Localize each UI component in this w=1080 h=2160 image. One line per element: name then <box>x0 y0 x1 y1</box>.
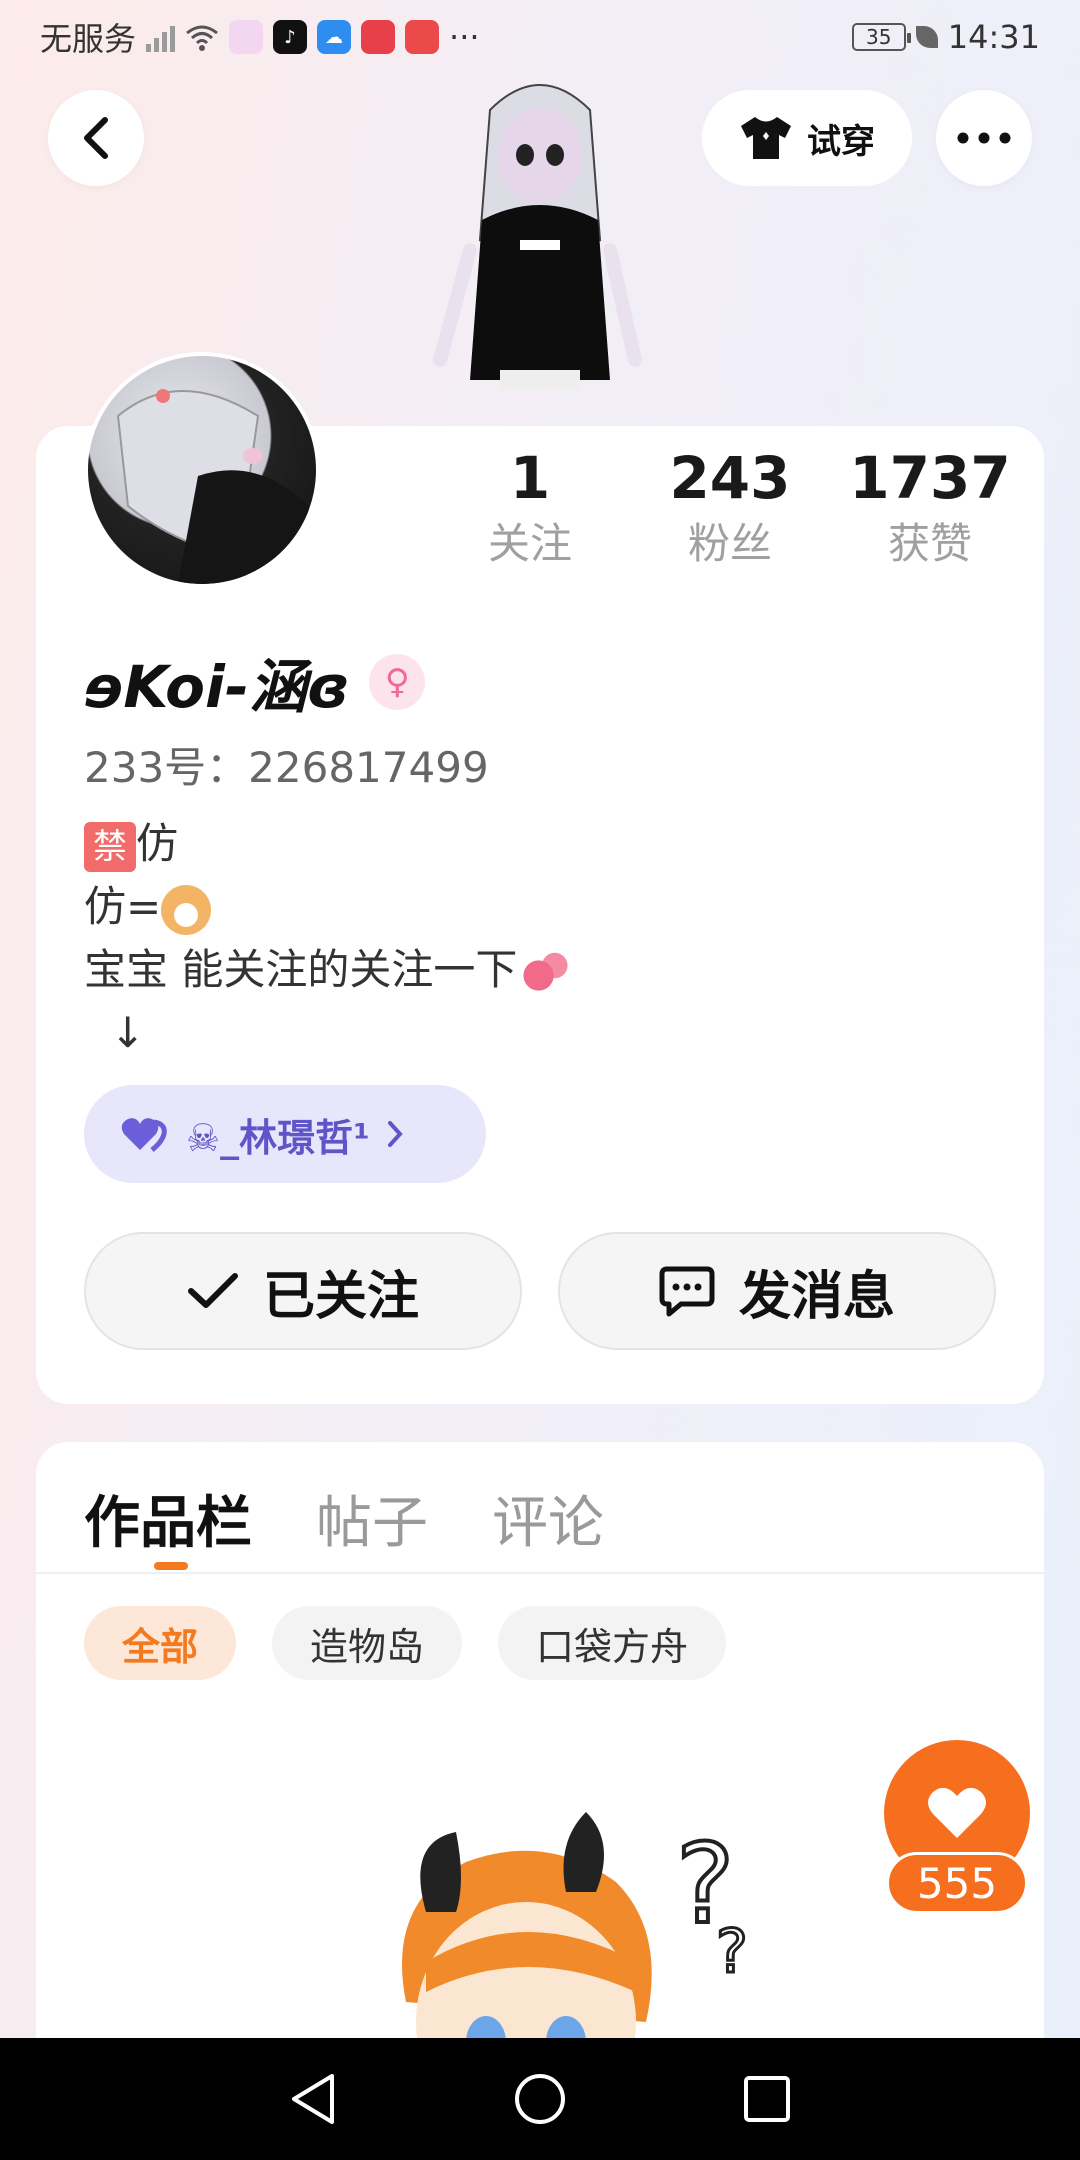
tab-comments[interactable]: 评论 <box>492 1478 604 1559</box>
female-gender-icon: ♀ <box>369 654 426 710</box>
more-notifications: ··· <box>449 18 480 56</box>
likes-count: 1737 <box>849 444 1011 512</box>
couple-heart-icon <box>121 1118 167 1152</box>
bio-line-1: 禁仿 <box>84 812 571 875</box>
shirt-icon <box>741 117 791 159</box>
like-count: 555 <box>886 1852 1028 1914</box>
active-tab-indicator <box>154 1562 188 1570</box>
nickname: ɘKoi-涵ɞ <box>84 653 350 721</box>
back-triangle-icon[interactable] <box>288 2072 338 2126</box>
avatar[interactable] <box>84 352 320 588</box>
try-on-button[interactable]: 试穿 <box>702 90 912 186</box>
followers-label: 粉丝 <box>687 519 772 568</box>
works-tabs: 作品栏 帖子 评论 <box>84 1478 604 1559</box>
relationship-link[interactable]: ☠_林璟哲¹ <box>84 1085 486 1183</box>
more-button[interactable] <box>936 90 1032 186</box>
ban-badge: 禁 <box>84 821 136 872</box>
send-message-label: 发消息 <box>738 1266 895 1327</box>
stat-following[interactable]: 1 关注 <box>430 440 630 572</box>
bio: 禁仿 仿= 宝宝 能关注的关注一下 ↓ <box>84 812 572 1064</box>
recents-square-icon[interactable] <box>742 2074 792 2124</box>
svg-text:?: ? <box>716 1917 748 1987</box>
battery-icon: 35 <box>851 23 911 51</box>
avatar-image <box>88 356 316 584</box>
wifi-icon <box>186 25 218 51</box>
heart-icon <box>928 1787 986 1838</box>
followers-count: 243 <box>669 444 791 512</box>
ellipsis-icon <box>957 132 1011 144</box>
like-fab[interactable]: 555 <box>884 1740 1030 1916</box>
back-button[interactable] <box>48 90 144 186</box>
clock: 14:31 <box>947 18 1040 56</box>
signal-icon <box>146 22 176 52</box>
bio-line-3-text: 宝宝 能关注的关注一下 <box>84 945 518 994</box>
filter-pocket-ark[interactable]: 口袋方舟 <box>498 1606 727 1680</box>
try-on-label: 试穿 <box>807 121 875 162</box>
relationship-name: ☠_林璟哲¹ <box>186 1115 370 1160</box>
weather-icon: ☁ <box>317 20 352 54</box>
power-saving-icon <box>915 26 938 48</box>
bio-line-1-text: 仿 <box>136 819 179 868</box>
followed-label: 已关注 <box>262 1266 419 1327</box>
revolving-hearts-icon <box>517 947 572 998</box>
reader-icon <box>405 20 440 54</box>
tab-works[interactable]: 作品栏 <box>84 1478 252 1559</box>
stat-followers[interactable]: 243 粉丝 <box>630 440 830 572</box>
shiba-emoji-icon <box>161 884 212 935</box>
likes-label: 获赞 <box>887 519 972 568</box>
followed-button[interactable]: 已关注 <box>84 1232 522 1350</box>
send-message-button[interactable]: 发消息 <box>558 1232 996 1350</box>
chevron-left-icon <box>84 117 108 159</box>
xiaohongshu-icon <box>229 20 264 54</box>
avatar-3d-figure[interactable] <box>420 70 660 430</box>
system-nav-bar <box>0 2038 1080 2160</box>
following-count: 1 <box>509 444 551 512</box>
chevron-right-icon <box>387 1121 403 1147</box>
chat-bubble-icon <box>659 1266 715 1317</box>
bio-line-3: 宝宝 能关注的关注一下 <box>84 938 572 1001</box>
bio-line-2: 仿= <box>84 875 571 938</box>
status-left: 无服务 ♪ ☁ ··· <box>40 14 480 60</box>
bio-line-4: ↓ <box>84 1001 571 1064</box>
tiktok-icon: ♪ <box>273 20 308 54</box>
home-circle-icon[interactable] <box>513 2072 567 2126</box>
bio-line-2-text: 仿= <box>84 882 162 931</box>
works-filters: 全部 造物岛 口袋方舟 <box>84 1606 727 1680</box>
tabs-divider <box>36 1572 1044 1574</box>
filter-creation-island[interactable]: 造物岛 <box>272 1606 463 1680</box>
status-right: 35 14:31 <box>851 18 1040 56</box>
stat-likes[interactable]: 1737 获赞 <box>830 440 1030 572</box>
bio-line-4-text: ↓ <box>110 1008 146 1057</box>
user-id: 233号：226817499 <box>84 743 489 792</box>
stats-row: 1 关注 243 粉丝 1737 获赞 <box>430 440 1030 572</box>
check-icon <box>187 1273 238 1308</box>
filter-all[interactable]: 全部 <box>84 1606 237 1680</box>
huawei-store-icon <box>361 20 396 54</box>
following-label: 关注 <box>487 519 572 568</box>
status-bar: 无服务 ♪ ☁ ··· 35 14:31 <box>0 0 1080 74</box>
nickname-row: ɘKoi-涵ɞ ♀ <box>84 640 426 724</box>
carrier-label: 无服务 <box>40 20 137 58</box>
tab-posts[interactable]: 帖子 <box>316 1478 428 1559</box>
